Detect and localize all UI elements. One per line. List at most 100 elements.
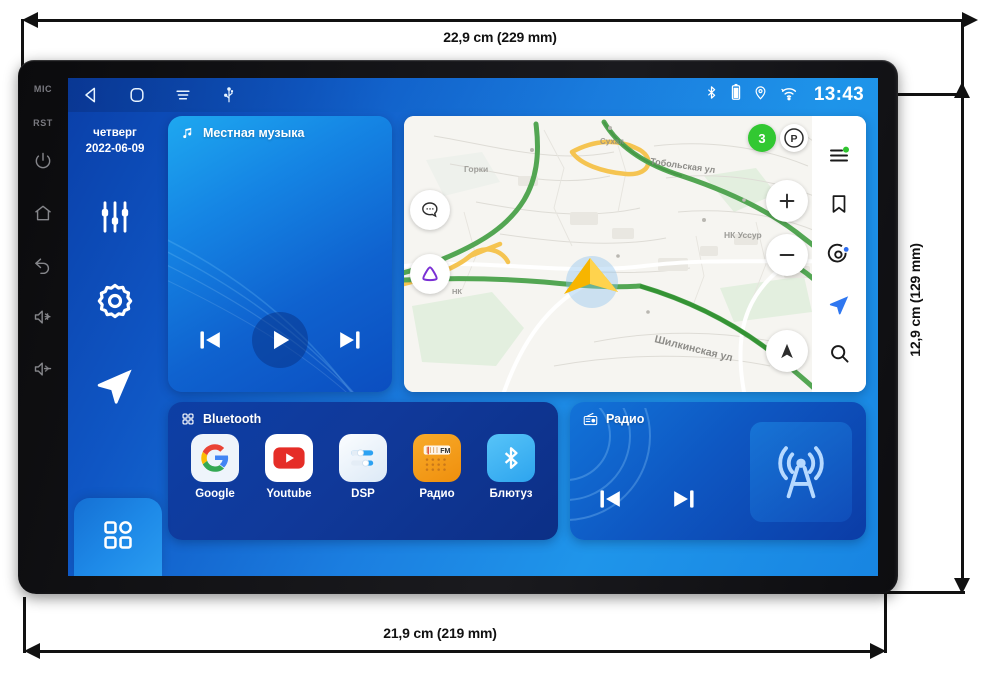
radio-card-header: Радио [583, 412, 644, 426]
bluetooth-app-tile [487, 434, 535, 482]
plus-icon [779, 193, 795, 209]
dimension-right-line [961, 98, 964, 578]
navigator-arrow-icon[interactable] [822, 287, 856, 321]
battery-icon [730, 83, 742, 107]
dimension-bottom-label: 21,9 cm (219 mm) [383, 625, 497, 641]
apps-grid-small-icon [181, 412, 195, 426]
power-icon[interactable] [26, 148, 60, 174]
app-shortcut-bluetooth[interactable]: Блютуз [478, 434, 544, 500]
previous-station-button[interactable] [596, 485, 624, 518]
rst-label: RST [33, 118, 53, 128]
previous-station-icon [600, 490, 620, 508]
dimension-bottom-tick-right [884, 590, 887, 653]
google-icon [201, 444, 229, 472]
radio-set-icon [583, 412, 598, 426]
svg-text:FM: FM [440, 447, 450, 455]
youtube-icon [273, 447, 305, 469]
radio-artwork [750, 422, 852, 522]
music-card[interactable]: Местная музыка [168, 116, 392, 392]
clock: 13:43 [813, 84, 864, 105]
dimension-bottom-line [40, 650, 870, 653]
next-station-icon [674, 490, 694, 508]
settings-gear-icon[interactable] [89, 275, 141, 327]
menu-layers-icon[interactable] [822, 138, 856, 172]
app-shortcut-dsp[interactable]: DSP [330, 434, 396, 500]
status-bar-right-group: 13:43 [704, 83, 878, 107]
app-label-radio: Радио [419, 488, 455, 500]
zoom-in-button[interactable] [766, 180, 808, 222]
home-square-icon[interactable] [114, 85, 160, 105]
app-shortcut-row: Google Youtube DSP FM Радио Блютуз [178, 434, 548, 500]
app-label-dsp: DSP [351, 488, 375, 500]
app-label-youtube: Youtube [266, 488, 312, 500]
next-station-button[interactable] [670, 485, 698, 518]
music-note-icon [181, 126, 195, 140]
navigator-logo-icon [422, 266, 438, 282]
bluetooth-app-icon [504, 447, 518, 469]
home-icon[interactable] [26, 200, 60, 226]
left-rail: четверг 2022-06-09 [68, 112, 162, 576]
apps-card-header: Bluetooth [181, 412, 261, 426]
back-icon[interactable] [26, 252, 60, 278]
compass-button[interactable] [766, 330, 808, 372]
recents-menu-icon[interactable] [160, 85, 206, 105]
app-shortcut-google[interactable]: Google [182, 434, 248, 500]
bookmark-icon[interactable] [822, 187, 856, 221]
dimension-right-label: 12,9 cm (129 mm) [907, 243, 923, 357]
music-controls [168, 312, 392, 368]
radio-controls [596, 485, 698, 518]
map-toolbar [812, 116, 866, 392]
date-widget: четверг 2022-06-09 [86, 126, 145, 157]
dimension-top-line [38, 19, 962, 22]
equalizer-icon[interactable] [89, 191, 141, 243]
volume-up-icon[interactable] [26, 304, 60, 330]
volume-down-icon[interactable] [26, 356, 60, 382]
parking-icon: P [784, 128, 804, 148]
usb-icon[interactable] [206, 86, 252, 104]
app-label-bluetooth: Блютуз [489, 488, 533, 500]
compass-arrow-icon [781, 343, 793, 359]
minus-icon [779, 254, 795, 256]
dimension-bottom-tick-left [23, 597, 26, 653]
parking-badge[interactable]: P [780, 124, 808, 152]
head-unit-screen: 13:43 четверг 2022-06-09 Местная музыка … [68, 78, 878, 576]
back-triangle-icon[interactable] [68, 85, 114, 105]
radio-card-decoration [570, 408, 651, 521]
bluetooth-icon [704, 83, 719, 107]
dashboard-cards: Местная музыка Тобольская ул Шилкинская … [168, 116, 870, 568]
play-icon [274, 330, 290, 350]
navigation-arrow-icon[interactable] [89, 359, 141, 411]
dimension-right-tick-bottom [880, 591, 965, 594]
chat-bubble-icon [422, 202, 438, 218]
alice-assistant-icon[interactable] [822, 237, 856, 271]
svg-text:Горки: Горки [464, 164, 488, 174]
radio-card[interactable]: Радио [570, 402, 866, 540]
previous-track-icon[interactable] [196, 326, 224, 354]
chat-bubble-button[interactable] [410, 190, 450, 230]
next-track-icon[interactable] [336, 326, 364, 354]
app-shortcut-youtube[interactable]: Youtube [256, 434, 322, 500]
svg-text:НК Уссур: НК Уссур [724, 230, 762, 240]
zoom-out-button[interactable] [766, 234, 808, 276]
bezel-key-column: MIC RST [18, 60, 68, 594]
play-button[interactable] [252, 312, 308, 368]
bluetooth-apps-card[interactable]: Bluetooth Google Youtube DSP FM Радио Бл… [168, 402, 558, 540]
music-card-title: Местная музыка [203, 126, 305, 140]
navigator-logo-button[interactable] [410, 254, 450, 294]
car-head-unit-device: MIC RST 13:43 четверг 2022-06-09 Местная… [18, 60, 898, 594]
map-card[interactable]: Тобольская ул Шилкинская ул Сухая Горки … [404, 116, 866, 392]
traffic-score-value: 3 [758, 130, 766, 146]
apps-grid-button[interactable] [74, 498, 162, 576]
traffic-score-badge[interactable]: 3 [748, 124, 776, 152]
google-tile [191, 434, 239, 482]
fm-radio-tile: FM [413, 434, 461, 482]
music-card-header: Местная музыка [181, 126, 305, 140]
date-value: 2022-06-09 [85, 142, 145, 155]
svg-text:Сухая: Сухая [600, 137, 624, 146]
dimension-top-arrow-right [962, 12, 978, 28]
search-icon[interactable] [822, 336, 856, 370]
radio-tower-icon [778, 446, 824, 499]
app-shortcut-radio[interactable]: FM Радио [404, 434, 470, 500]
svg-text:P: P [790, 133, 797, 145]
dimension-top-arrow-left [22, 12, 38, 28]
